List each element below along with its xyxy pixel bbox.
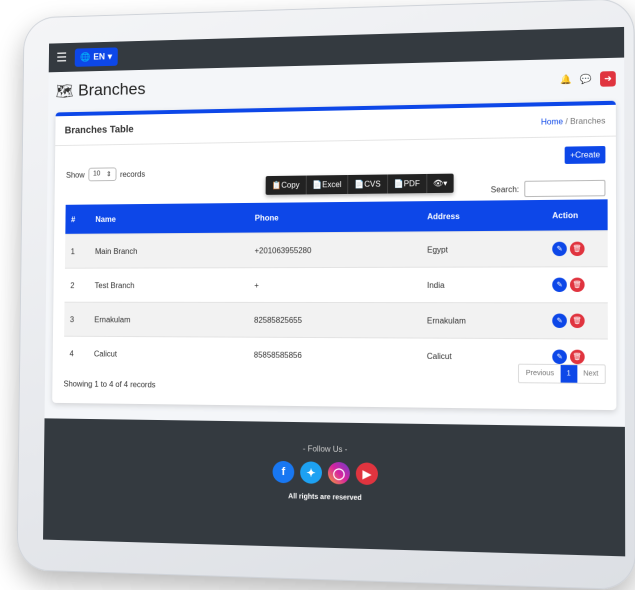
column-header-name[interactable]: Name bbox=[89, 202, 250, 235]
next-page-button[interactable]: Next bbox=[577, 365, 605, 383]
trash-icon[interactable]: 🗑 bbox=[569, 241, 585, 257]
header-actions: 🔔 💬 ➜ bbox=[560, 70, 616, 88]
twitter-icon[interactable]: ✦ bbox=[300, 461, 323, 484]
cell-name: Main Branch bbox=[89, 233, 249, 269]
edit-icon[interactable]: ✎ bbox=[552, 241, 567, 257]
branches-table: # Name Phone Address Action 1 Main Branc… bbox=[63, 199, 608, 375]
trash-icon[interactable]: 🗑 bbox=[569, 313, 585, 329]
cell-number: 4 bbox=[63, 336, 89, 371]
trash-icon[interactable]: 🗑 bbox=[570, 349, 585, 365]
breadcrumb-current: Branches bbox=[570, 115, 606, 126]
cell-address: Egypt bbox=[420, 231, 546, 268]
export-button-group: 📋Copy 📄Excel 📄CVS 📄PDF 👁▾ bbox=[265, 173, 454, 195]
records-info: Showing 1 to 4 of 4 records bbox=[63, 379, 156, 390]
app-screen: ☰ 🌐 EN ▾ 🗺 Branches 🔔 💬 ➜ Branches Table bbox=[43, 26, 626, 557]
instagram-icon[interactable]: ◯ bbox=[327, 461, 350, 485]
cell-name: Calicut bbox=[88, 336, 249, 372]
entries-value: 10 bbox=[93, 170, 101, 178]
column-header-phone[interactable]: Phone bbox=[248, 201, 422, 234]
column-header-address[interactable]: Address bbox=[421, 199, 546, 232]
copyright-text: All rights are reserved bbox=[288, 493, 362, 503]
logout-button[interactable]: ➜ bbox=[600, 70, 616, 87]
cell-number: 3 bbox=[64, 302, 89, 337]
cell-name: Ernakulam bbox=[88, 302, 249, 338]
search-input[interactable] bbox=[524, 179, 606, 198]
show-label: Show bbox=[65, 170, 85, 180]
excel-button[interactable]: 📄Excel bbox=[306, 175, 349, 195]
card-header: Branches Table Home / Branches bbox=[55, 104, 616, 147]
copy-button[interactable]: 📋Copy bbox=[265, 175, 307, 195]
cell-phone: + bbox=[248, 267, 421, 303]
cell-address: India bbox=[420, 266, 547, 303]
branches-card: Branches Table Home / Branches +Create S… bbox=[52, 100, 617, 411]
pdf-button[interactable]: 📄PDF bbox=[387, 173, 427, 194]
table-row: 2 Test Branch + India ✎ 🗑 bbox=[64, 266, 608, 303]
follow-us-label: - Follow Us - bbox=[302, 444, 348, 455]
pagination: Previous 1 Next bbox=[518, 363, 606, 385]
breadcrumb: Home / Branches bbox=[541, 116, 605, 126]
social-links: f ✦ ◯ ▶ bbox=[272, 460, 378, 486]
search-label: Search: bbox=[490, 184, 520, 194]
cell-action: ✎ 🗑 bbox=[546, 302, 608, 340]
menu-icon[interactable]: ☰ bbox=[56, 50, 67, 66]
create-label: Create bbox=[575, 150, 601, 160]
cell-phone: 82585825655 bbox=[248, 302, 421, 339]
cell-number: 2 bbox=[64, 268, 90, 303]
page-title: 🗺 Branches bbox=[56, 80, 146, 101]
cell-action: ✎ 🗑 bbox=[545, 266, 608, 303]
cell-action: ✎ 🗑 bbox=[545, 230, 608, 267]
cell-phone: 85858585856 bbox=[247, 337, 421, 374]
map-icon: 🗺 bbox=[55, 83, 74, 100]
trash-icon[interactable]: 🗑 bbox=[569, 277, 585, 292]
cell-address: Ernakulam bbox=[420, 302, 547, 339]
bell-icon[interactable]: 🔔 bbox=[560, 74, 572, 85]
footer: - Follow Us - f ✦ ◯ ▶ All rights are res… bbox=[43, 418, 626, 557]
search-control: Search: bbox=[490, 179, 606, 198]
create-button[interactable]: +Create bbox=[564, 145, 606, 164]
edit-icon[interactable]: ✎ bbox=[552, 349, 567, 365]
entries-select[interactable]: 10 ⇕ bbox=[88, 167, 117, 182]
entries-control: Show 10 ⇕ records bbox=[66, 167, 145, 182]
cell-number: 1 bbox=[64, 234, 90, 269]
previous-page-button[interactable]: Previous bbox=[519, 365, 560, 383]
csv-button[interactable]: 📄CVS bbox=[348, 174, 388, 194]
column-header-action: Action bbox=[545, 199, 608, 232]
chevron-down-icon: ▾ bbox=[107, 50, 113, 61]
records-label: records bbox=[119, 169, 146, 179]
page-1-button[interactable]: 1 bbox=[560, 365, 577, 383]
breadcrumb-home-link[interactable]: Home bbox=[541, 117, 563, 127]
breadcrumb-separator: / bbox=[565, 116, 568, 126]
language-dropdown[interactable]: 🌐 EN ▾ bbox=[74, 46, 118, 67]
youtube-icon[interactable]: ▶ bbox=[355, 462, 378, 486]
edit-icon[interactable]: ✎ bbox=[552, 313, 567, 328]
table-row: 1 Main Branch +201063955280 Egypt ✎ 🗑 bbox=[64, 230, 608, 269]
table-header-row: # Name Phone Address Action bbox=[65, 199, 608, 235]
card-title: Branches Table bbox=[64, 123, 134, 136]
language-label: EN bbox=[93, 51, 106, 62]
cell-name: Test Branch bbox=[88, 267, 249, 303]
facebook-icon[interactable]: f bbox=[272, 460, 295, 484]
eye-icon: 👁▾ bbox=[432, 178, 448, 188]
chat-icon[interactable]: 💬 bbox=[580, 73, 592, 84]
globe-icon: 🌐 bbox=[80, 51, 91, 62]
updown-icon: ⇕ bbox=[105, 171, 112, 179]
column-header-number[interactable]: # bbox=[65, 204, 90, 235]
column-visibility-button[interactable]: 👁▾ bbox=[427, 174, 454, 193]
page-title-text: Branches bbox=[78, 79, 146, 100]
tablet-frame: ☰ 🌐 EN ▾ 🗺 Branches 🔔 💬 ➜ Branches Table bbox=[16, 0, 635, 590]
edit-icon[interactable]: ✎ bbox=[552, 277, 567, 292]
cell-phone: +201063955280 bbox=[248, 231, 422, 268]
table-row: 3 Ernakulam 82585825655 Ernakulam ✎ 🗑 bbox=[64, 302, 608, 340]
